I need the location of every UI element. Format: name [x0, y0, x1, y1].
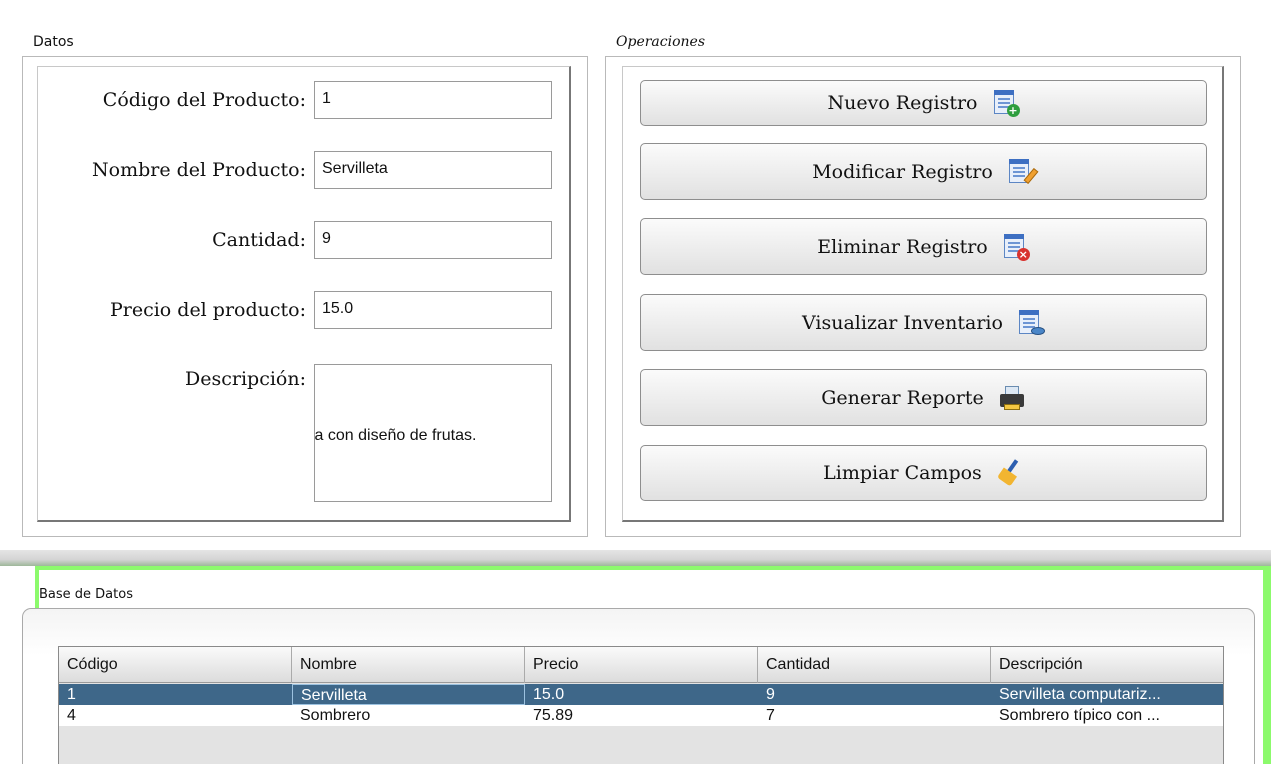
cell-codigo: 4 — [67, 707, 76, 724]
inventory-table[interactable]: Código Nombre Precio Cantidad Descripció… — [58, 646, 1224, 764]
visualizar-inventario-button[interactable]: Visualizar Inventario — [640, 294, 1207, 351]
cell-descripcion: Servilleta computariz... — [999, 686, 1161, 703]
cell-nombre: Servilleta — [292, 684, 525, 705]
column-header-nombre[interactable]: Nombre — [292, 647, 525, 683]
column-header-descripcion[interactable]: Descripción — [991, 647, 1225, 683]
codigo-label: Código del Producto: — [102, 89, 306, 111]
table-row[interactable]: 4 Sombrero 75.89 7 Sombrero típico con .… — [59, 705, 1223, 726]
base-datos-section-title: Base de Datos — [39, 587, 133, 602]
broom-icon — [996, 459, 1024, 487]
table-header: Código Nombre Precio Cantidad Descripció… — [59, 647, 1223, 683]
codigo-input[interactable]: 1 — [314, 81, 552, 119]
nuevo-registro-button[interactable]: Nuevo Registro + — [640, 80, 1207, 126]
eliminar-registro-label: Eliminar Registro — [817, 235, 988, 258]
generar-reporte-label: Generar Reporte — [821, 386, 984, 409]
limpiar-campos-label: Limpiar Campos — [823, 462, 982, 484]
column-header-cantidad[interactable]: Cantidad — [758, 647, 991, 683]
nuevo-registro-label: Nuevo Registro — [827, 92, 978, 114]
datos-section-title: Datos — [33, 34, 74, 50]
modificar-registro-button[interactable]: Modificar Registro — [640, 143, 1207, 200]
document-delete-icon: × — [1002, 233, 1030, 261]
nombre-label: Nombre del Producto: — [92, 159, 306, 181]
precio-label: Precio del producto: — [109, 299, 306, 321]
operaciones-section-title: Operaciones — [616, 34, 705, 50]
descripcion-label: Descripción: — [185, 368, 306, 390]
modificar-registro-label: Modificar Registro — [812, 160, 993, 183]
document-add-icon: + — [992, 89, 1020, 117]
document-edit-icon — [1007, 158, 1039, 186]
precio-input[interactable]: 15.0 — [314, 291, 552, 329]
cell-precio: 75.89 — [533, 707, 574, 724]
column-header-codigo[interactable]: Código — [59, 647, 292, 683]
descripcion-text: la con diseño de frutas. — [314, 427, 477, 444]
cell-descripcion: Sombrero típico con ... — [999, 707, 1160, 724]
cantidad-input[interactable]: 9 — [314, 221, 552, 259]
split-divider[interactable] — [0, 550, 1271, 566]
eliminar-registro-button[interactable]: Eliminar Registro × — [640, 218, 1207, 275]
cell-cantidad: 7 — [766, 707, 775, 724]
cell-cantidad: 9 — [766, 686, 775, 703]
generar-reporte-button[interactable]: Generar Reporte — [640, 369, 1207, 426]
document-view-icon — [1017, 309, 1045, 337]
cell-precio: 15.0 — [533, 686, 565, 703]
column-header-precio[interactable]: Precio — [525, 647, 758, 683]
nombre-input[interactable]: Servilleta — [314, 151, 552, 189]
printer-icon — [998, 384, 1026, 412]
limpiar-campos-button[interactable]: Limpiar Campos — [640, 445, 1207, 501]
cantidad-label: Cantidad: — [212, 229, 306, 251]
cell-codigo: 1 — [67, 686, 76, 703]
descripcion-textarea[interactable]: la con diseño de frutas. — [314, 364, 552, 502]
visualizar-inventario-label: Visualizar Inventario — [802, 311, 1003, 334]
table-row[interactable]: 1 Servilleta 15.0 9 Servilleta computari… — [59, 684, 1223, 705]
cell-nombre: Sombrero — [300, 707, 371, 724]
